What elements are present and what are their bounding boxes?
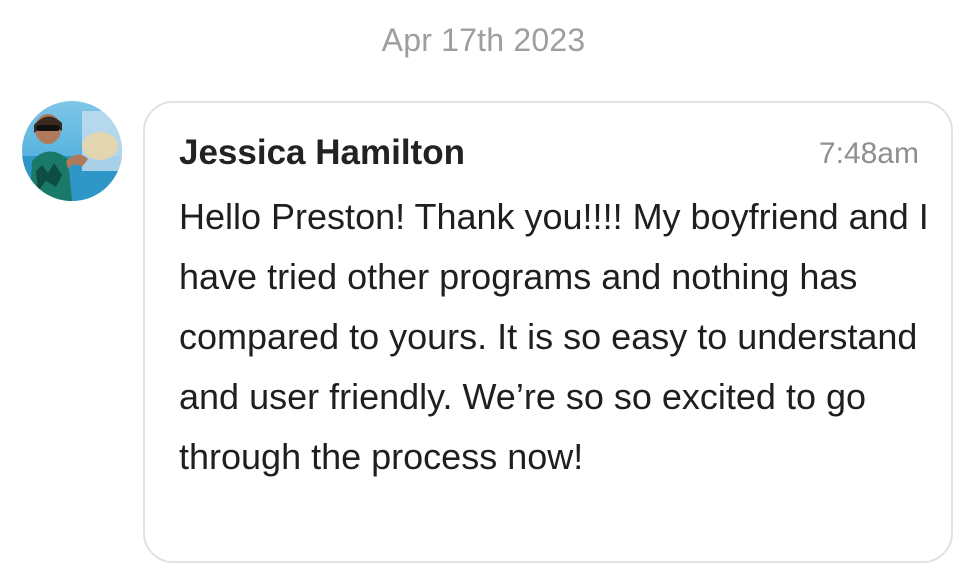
message-text: Hello Preston! Thank you!!!! My boyfrien… [179, 196, 929, 477]
sender-name: Jessica Hamilton [179, 133, 465, 172]
date-divider: Apr 17th 2023 [381, 22, 586, 58]
message-timestamp: 7:48am [818, 137, 919, 170]
message-bubble[interactable]: Jessica Hamilton 7:48am Hello Preston! T… [143, 101, 953, 563]
avatar-photo [22, 101, 122, 201]
avatar[interactable] [22, 101, 122, 201]
chat-thread: Apr 17th 2023 Jessica Hamilton 7:48am He… [0, 0, 967, 583]
